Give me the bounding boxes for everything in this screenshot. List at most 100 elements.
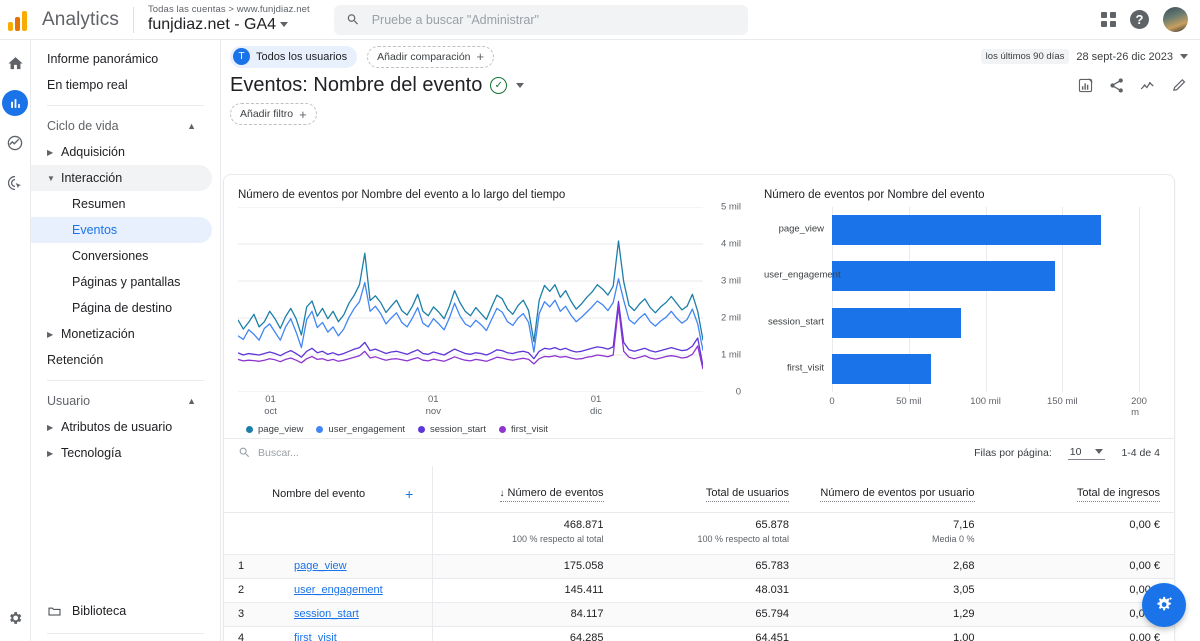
- bar[interactable]: [832, 307, 962, 338]
- share-icon[interactable]: [1108, 77, 1125, 94]
- row-event-count: 145.411: [564, 584, 604, 596]
- row-event-count: 84.117: [570, 608, 604, 620]
- edit-pencil-icon[interactable]: [1171, 77, 1188, 94]
- event-name-link[interactable]: session_start: [294, 608, 359, 620]
- home-icon: [7, 56, 23, 69]
- sidebar-group-ciclo-de-vida[interactable]: Ciclo de vida ▲: [31, 113, 212, 139]
- account-selector[interactable]: Todas las cuentas > www.funjdiaz.net fun…: [148, 5, 310, 33]
- sidebar-item-atributos-de-usuario[interactable]: ▶ Atributos de usuario: [31, 414, 212, 440]
- report-card: Número de eventos por Nombre del evento …: [223, 174, 1175, 641]
- sidebar-item-conversiones[interactable]: Conversiones: [31, 243, 212, 269]
- legend-item[interactable]: page_view: [246, 424, 303, 435]
- bar-row[interactable]: session_start: [768, 307, 1139, 338]
- table-row[interactable]: 2 user_engagement 145.411 48.031 3,05 0,…: [224, 578, 1174, 602]
- avatar[interactable]: [1163, 7, 1188, 32]
- rail-item-advertising[interactable]: [2, 170, 28, 196]
- sidebar: Informe panorámico En tiempo real Ciclo …: [31, 40, 221, 641]
- charts-area: Número de eventos por Nombre del evento …: [224, 175, 1174, 435]
- bar-category-label: page_view: [778, 223, 824, 235]
- bar-chart-plot[interactable]: page_view user_engagement session_startfir…: [764, 207, 1140, 392]
- table-row[interactable]: 4 first_visit 64.285 64.451 1,00 0,00 €: [224, 626, 1174, 641]
- legend-item[interactable]: user_engagement: [316, 424, 405, 435]
- chevron-down-icon[interactable]: [516, 83, 525, 88]
- row-event-name[interactable]: session_start: [254, 602, 433, 626]
- bar-category-label: session_start: [768, 316, 824, 328]
- sidebar-item-biblioteca[interactable]: Biblioteca: [31, 596, 220, 626]
- column-header-events-per-user[interactable]: Número de eventos por usuario: [803, 466, 989, 512]
- sidebar-item-label: Conversiones: [72, 249, 149, 263]
- sidebar-item-tecnologia[interactable]: ▶ Tecnología: [31, 440, 212, 466]
- sidebar-item-en-tiempo-real[interactable]: En tiempo real: [31, 72, 212, 98]
- event-name-link[interactable]: user_engagement: [294, 584, 383, 596]
- bar[interactable]: [832, 353, 931, 384]
- row-event-name[interactable]: first_visit: [254, 626, 433, 641]
- summary-value: 0,00 €: [1129, 518, 1160, 531]
- line-chart-plot[interactable]: 0 1 mil 2 mil 3 mil 4 mil 5 mil: [237, 202, 741, 398]
- column-header-total-users[interactable]: Total de usuarios: [618, 466, 804, 512]
- table-search[interactable]: Buscar...: [238, 446, 299, 459]
- row-total-revenue: 0,00 €: [1129, 632, 1160, 641]
- table-row[interactable]: 1 page_view 175.058 65.783 2,68 0,00 €: [224, 554, 1174, 578]
- summary-cell: 7,16 Media 0 %: [803, 512, 989, 554]
- row-event-name[interactable]: user_engagement: [254, 578, 433, 602]
- segment-chip-all-users[interactable]: T Todos los usuarios: [230, 45, 358, 68]
- bar[interactable]: [832, 215, 1101, 246]
- chevron-down-icon: [1095, 449, 1104, 454]
- bar-row[interactable]: user_engagement: [764, 261, 1139, 292]
- x-tick-label: 50 mil: [896, 396, 922, 407]
- rail-item-admin[interactable]: [2, 605, 28, 631]
- x-tick-label: 01 oct: [264, 394, 277, 417]
- sidebar-item-interaccion[interactable]: ▼ Interacción: [31, 165, 212, 191]
- column-header-event-name[interactable]: Nombre del evento +: [254, 466, 433, 512]
- row-event-name[interactable]: page_view: [254, 554, 433, 578]
- sidebar-item-pagina-de-destino[interactable]: Página de destino: [31, 295, 212, 321]
- event-name-link[interactable]: page_view: [294, 560, 347, 572]
- line-chart-y-axis: 0 1 mil 2 mil 3 mil 4 mil 5 mil: [704, 202, 744, 398]
- sidebar-item-informe-panoramico[interactable]: Informe panorámico: [31, 46, 212, 72]
- sidebar-item-paginas-y-pantallas[interactable]: Páginas y pantallas: [31, 269, 212, 295]
- rail-item-home[interactable]: [2, 50, 28, 76]
- segment-label: Todos los usuarios: [256, 50, 348, 63]
- search-input[interactable]: [371, 12, 736, 27]
- bar-row[interactable]: first_visit: [787, 353, 1139, 384]
- summary-subtext: Media 0 %: [931, 533, 975, 544]
- sidebar-divider: [47, 380, 204, 381]
- column-header-event-count[interactable]: ↓ Número de eventos: [432, 466, 618, 512]
- global-search[interactable]: [333, 4, 748, 35]
- sidebar-group-usuario[interactable]: Usuario ▲: [31, 388, 212, 414]
- compare-trend-icon[interactable]: [1139, 77, 1157, 95]
- property-label: funjdiaz.net - GA4: [147, 15, 277, 33]
- chevron-right-icon: ▶: [47, 422, 54, 432]
- rail-item-explore[interactable]: [2, 130, 28, 156]
- event-name-link[interactable]: first_visit: [294, 632, 337, 641]
- chevron-right-icon: ▶: [47, 448, 54, 458]
- insights-fab-button[interactable]: [1142, 583, 1186, 627]
- insights-sparkle-icon: [1157, 596, 1173, 611]
- help-icon[interactable]: ?: [1130, 10, 1149, 29]
- sidebar-divider: [47, 105, 204, 106]
- insights-icon[interactable]: [1077, 77, 1094, 94]
- sidebar-item-retencion[interactable]: Retención: [31, 347, 212, 373]
- column-header-total-revenue[interactable]: Total de ingresos: [989, 466, 1175, 512]
- sidebar-item-monetizacion[interactable]: ▶ Monetización: [31, 321, 212, 347]
- date-range-selector[interactable]: los últimos 90 días 28 sept-26 dic 2023: [980, 49, 1200, 64]
- row-total-users: 48.031: [755, 584, 789, 596]
- row-events-per-user: 3,05: [953, 584, 975, 596]
- add-comparison-button[interactable]: Añadir comparación +: [367, 45, 495, 68]
- legend-label: page_view: [258, 424, 304, 435]
- bar[interactable]: [832, 261, 1056, 292]
- rows-per-page-select[interactable]: 10: [1067, 446, 1106, 460]
- sidebar-item-eventos[interactable]: Eventos: [31, 217, 212, 243]
- property-name[interactable]: funjdiaz.net - GA4: [148, 16, 310, 34]
- column-label: Nombre del evento: [272, 487, 366, 500]
- add-filter-button[interactable]: Añadir filtro +: [230, 103, 317, 125]
- sidebar-item-adquisicion[interactable]: ▶ Adquisición: [31, 139, 212, 165]
- legend-item[interactable]: first_visit: [499, 424, 548, 435]
- apps-grid-icon[interactable]: [1101, 12, 1116, 27]
- bar-row[interactable]: page_view: [779, 215, 1139, 246]
- table-row[interactable]: 3 session_start 84.117 65.794 1,29 0,00 …: [224, 602, 1174, 626]
- add-dimension-icon[interactable]: +: [405, 486, 413, 502]
- rail-item-reports[interactable]: [2, 90, 28, 116]
- legend-item[interactable]: session_start: [418, 424, 486, 435]
- sidebar-item-resumen[interactable]: Resumen: [31, 191, 212, 217]
